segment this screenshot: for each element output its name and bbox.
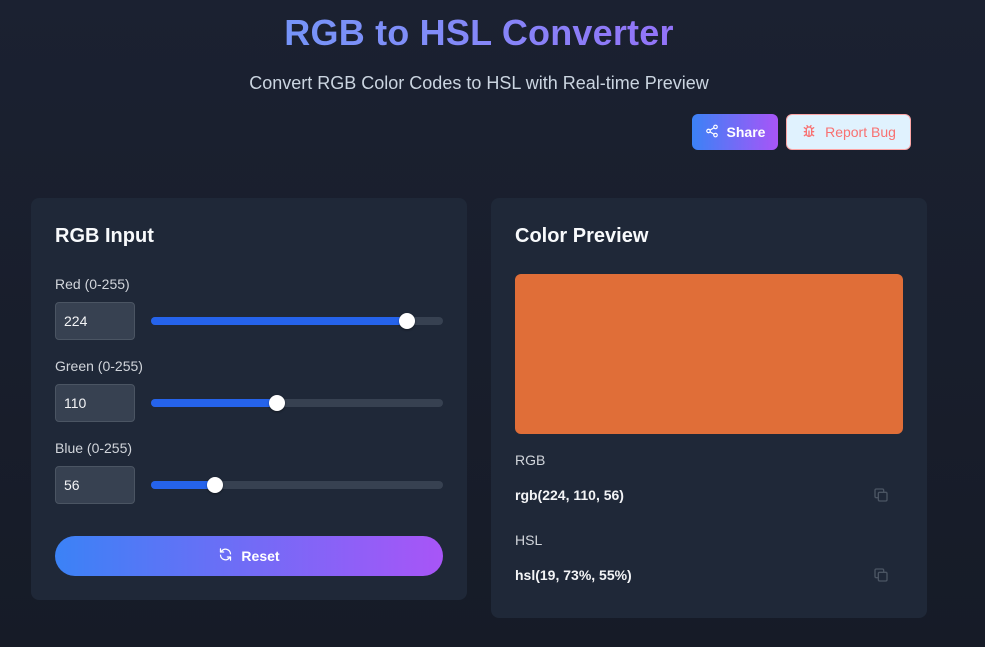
- green-input[interactable]: [55, 384, 135, 422]
- color-preview-title: Color Preview: [515, 225, 649, 247]
- blue-slider-thumb[interactable]: [207, 477, 224, 493]
- hsl-output-label: HSL: [515, 532, 543, 548]
- rgb-output-label: RGB: [515, 452, 546, 468]
- bug-icon: [801, 123, 817, 142]
- color-swatch: [515, 274, 903, 434]
- red-slider-fill: [151, 317, 408, 325]
- reset-label: Reset: [241, 548, 280, 564]
- red-slider-thumb[interactable]: [399, 313, 416, 329]
- blue-slider[interactable]: [151, 477, 443, 493]
- copy-icon: [873, 488, 889, 507]
- green-label: Green (0-255): [55, 358, 143, 374]
- red-label: Red (0-255): [55, 276, 130, 292]
- refresh-icon: [218, 547, 233, 565]
- page-title: RGB to HSL Converter: [0, 12, 958, 54]
- copy-icon: [873, 568, 889, 587]
- green-slider-thumb[interactable]: [268, 395, 285, 411]
- copy-hsl-button[interactable]: [873, 567, 891, 585]
- blue-slider-fill: [151, 481, 216, 489]
- red-input[interactable]: [55, 302, 135, 340]
- report-bug-button[interactable]: Report Bug: [786, 114, 911, 150]
- red-slider[interactable]: [151, 313, 443, 329]
- share-label: Share: [726, 124, 766, 140]
- rgb-input-title: RGB Input: [55, 225, 154, 247]
- copy-rgb-button[interactable]: [873, 487, 891, 505]
- share-button[interactable]: Share: [692, 114, 778, 150]
- reset-button[interactable]: Reset: [55, 536, 443, 576]
- page-subtitle: Convert RGB Color Codes to HSL with Real…: [249, 73, 709, 93]
- share-icon: [705, 124, 719, 141]
- rgb-input-panel: RGB Input Red (0-255) Green (0-255) Blue…: [31, 198, 467, 600]
- hsl-output-value: hsl(19, 73%, 55%): [515, 567, 632, 583]
- color-preview-panel: Color Preview RGB rgb(224, 110, 56) HSL …: [491, 198, 927, 618]
- rgb-output-value: rgb(224, 110, 56): [515, 487, 624, 503]
- green-slider[interactable]: [151, 395, 443, 411]
- blue-input[interactable]: [55, 466, 135, 504]
- report-bug-label: Report Bug: [825, 124, 896, 140]
- blue-label: Blue (0-255): [55, 440, 133, 456]
- green-slider-fill: [151, 399, 277, 407]
